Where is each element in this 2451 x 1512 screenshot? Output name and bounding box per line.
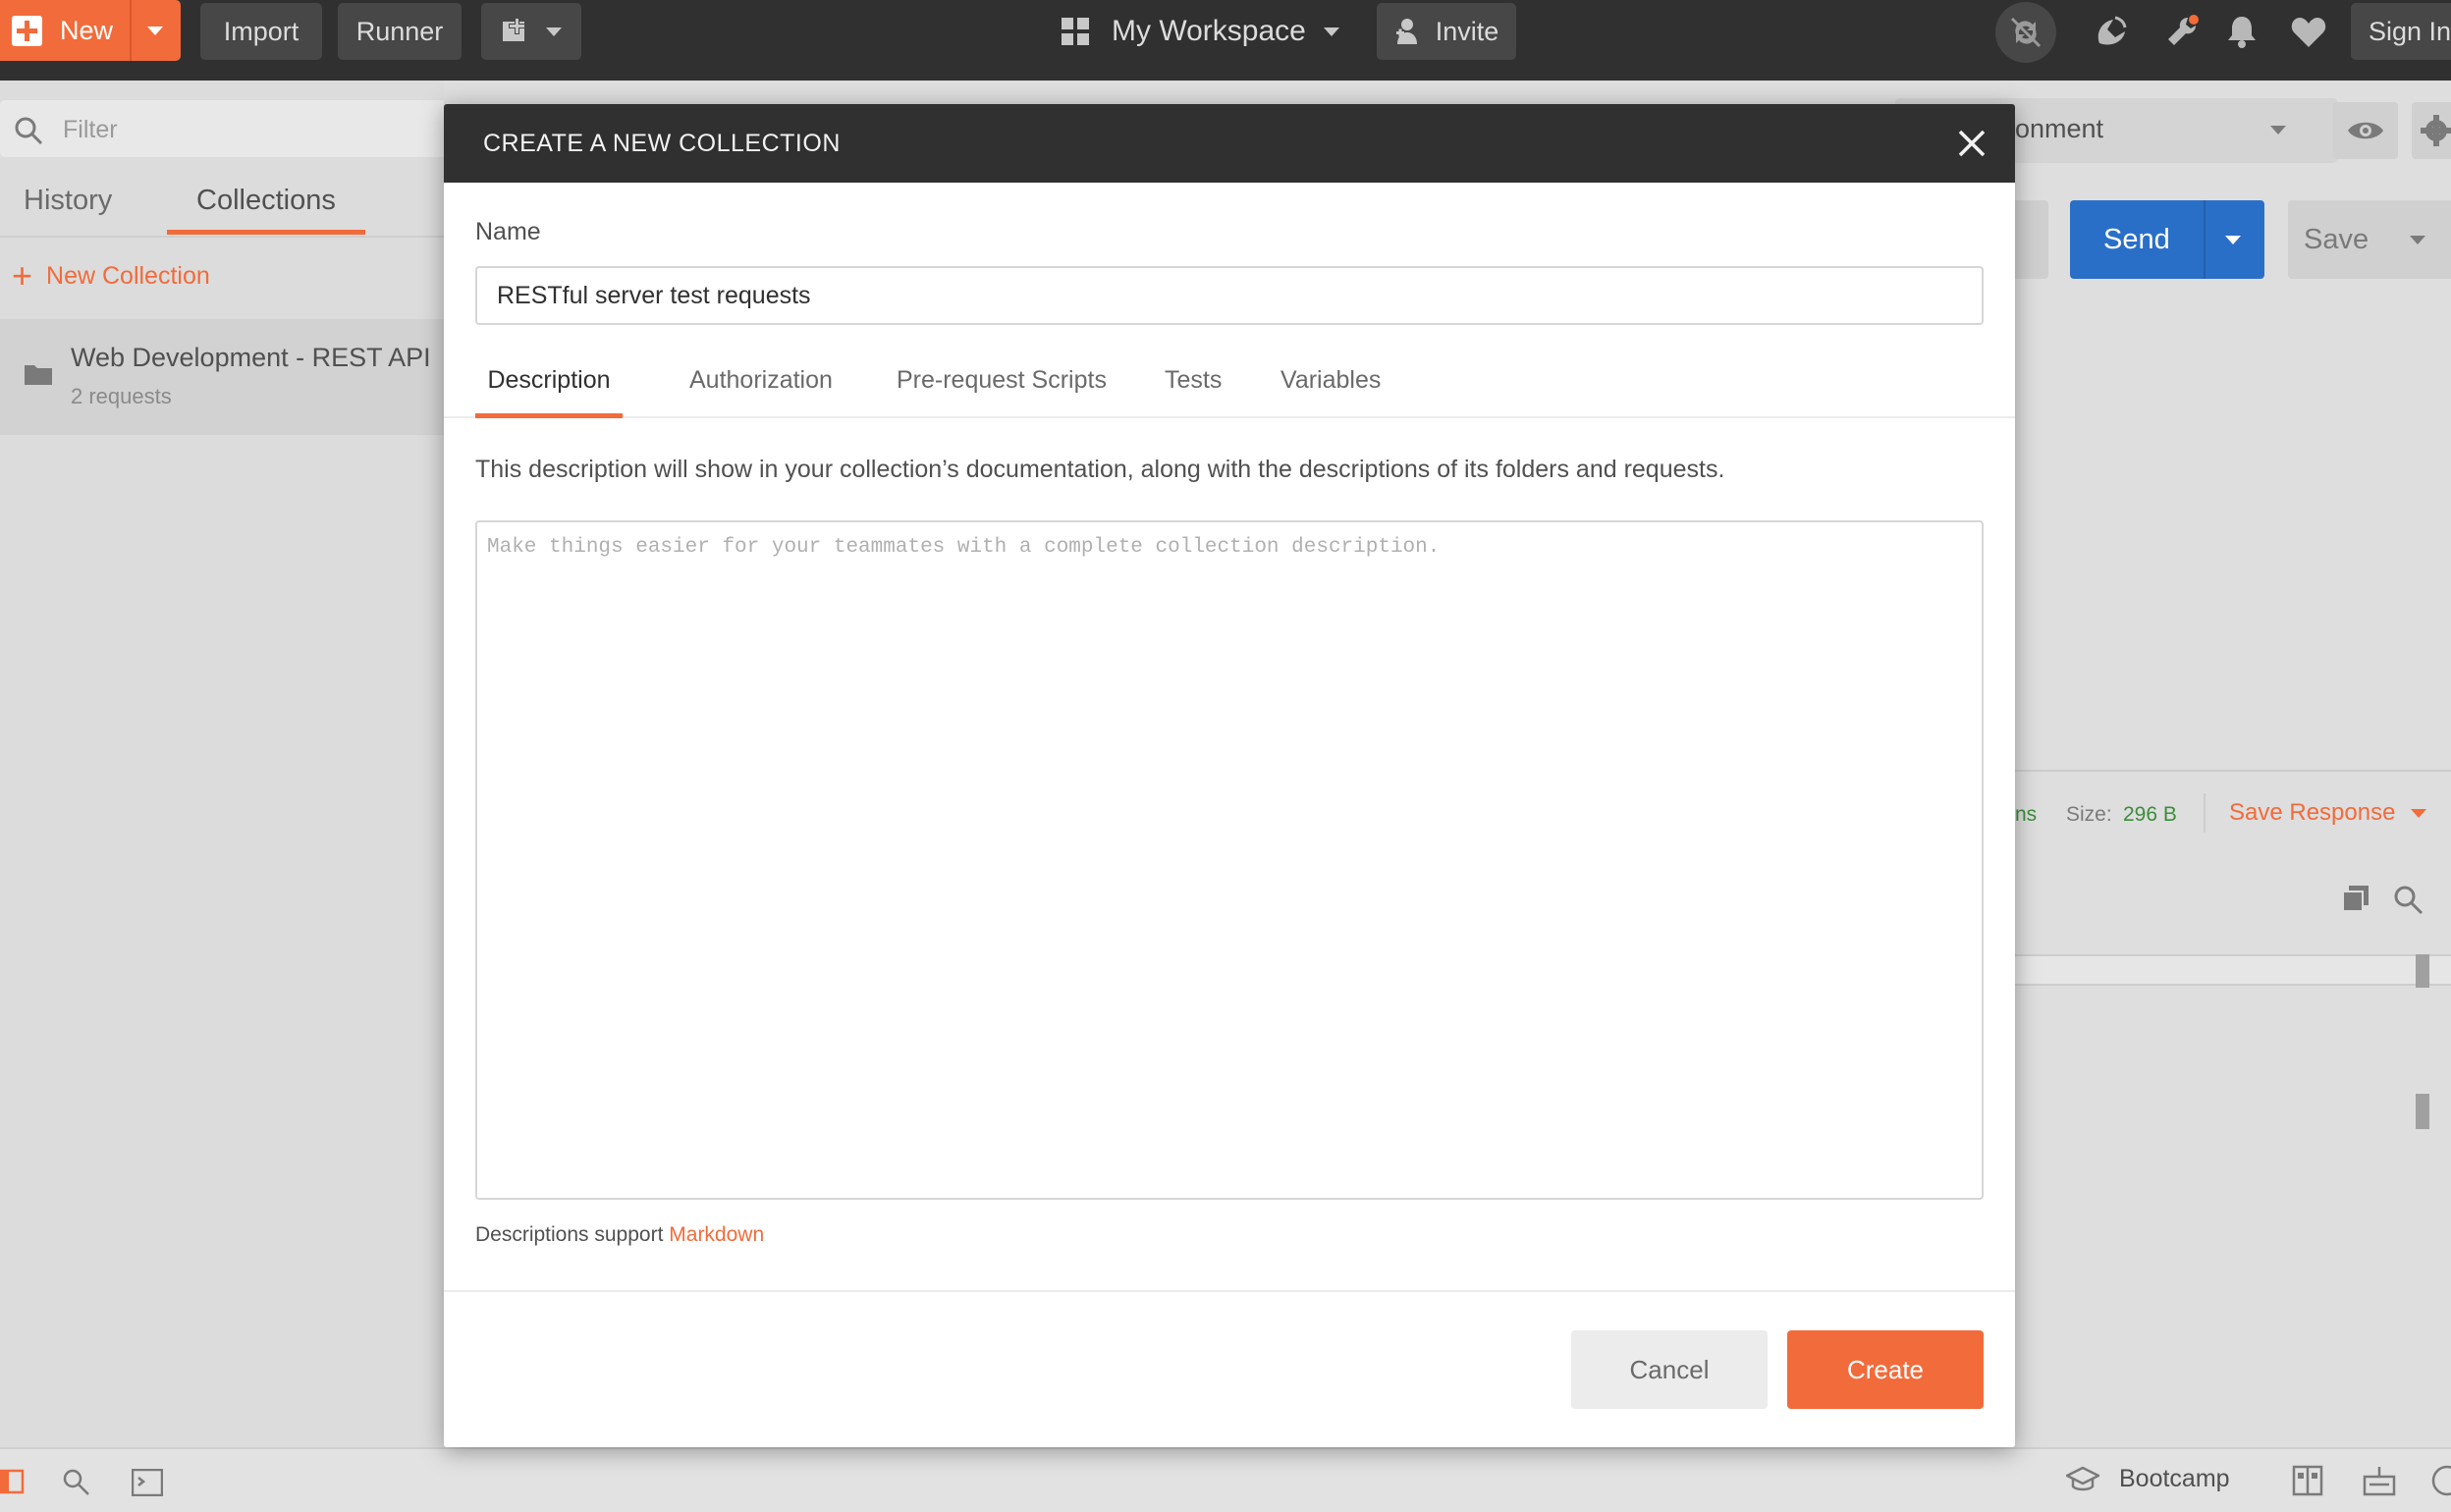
bell-icon[interactable] bbox=[2225, 14, 2259, 49]
tab-collections[interactable]: Collections bbox=[196, 185, 336, 217]
save-label: Save bbox=[2304, 224, 2369, 255]
new-collection-label: New Collection bbox=[46, 261, 210, 290]
tab-authorization[interactable]: Authorization bbox=[689, 351, 833, 418]
help-icon[interactable] bbox=[2431, 1465, 2451, 1496]
response-time: ns bbox=[2015, 803, 2038, 826]
new-button[interactable]: New bbox=[0, 0, 181, 61]
console-icon[interactable] bbox=[132, 1469, 163, 1496]
new-collection-button[interactable]: + New Collection bbox=[12, 255, 210, 296]
dialog-tabs: Description Authorization Pre-request Sc… bbox=[444, 351, 2015, 418]
collections-tab-underline bbox=[167, 230, 365, 235]
tab-variables[interactable]: Variables bbox=[1280, 351, 1381, 418]
tab-tests[interactable]: Tests bbox=[1165, 351, 1222, 418]
status-bar: Bootcamp bbox=[0, 1447, 2451, 1512]
new-button-label: New bbox=[60, 15, 114, 45]
size-label: Size: bbox=[2066, 803, 2112, 826]
gear-icon bbox=[2421, 115, 2451, 146]
new-window-button[interactable] bbox=[481, 3, 581, 60]
new-window-icon bbox=[503, 18, 525, 41]
graduation-cap-icon bbox=[2066, 1466, 2099, 1490]
runner-button[interactable]: Runner bbox=[338, 3, 462, 60]
invite-button[interactable]: Invite bbox=[1377, 3, 1516, 60]
save-response-button[interactable]: Save Response bbox=[2229, 799, 2427, 827]
close-icon[interactable] bbox=[1956, 128, 1988, 159]
chevron-down-icon bbox=[2225, 236, 2241, 244]
environment-quick-look-button[interactable] bbox=[2333, 102, 2398, 159]
response-body-header bbox=[2015, 954, 2451, 986]
sidebar-toggle-icon[interactable] bbox=[0, 1469, 26, 1494]
settings-button[interactable] bbox=[2412, 102, 2451, 159]
plus-icon: + bbox=[12, 255, 33, 296]
chevron-down-icon bbox=[2270, 126, 2286, 135]
send-label: Send bbox=[2103, 224, 2170, 255]
bootcamp-label: Bootcamp bbox=[2119, 1465, 2230, 1492]
markdown-note-text: Descriptions support bbox=[475, 1223, 664, 1246]
heart-icon[interactable] bbox=[2290, 16, 2327, 49]
search-icon bbox=[15, 117, 43, 145]
markdown-note: Descriptions support Markdown bbox=[475, 1223, 764, 1247]
markdown-link[interactable]: Markdown bbox=[669, 1223, 764, 1246]
search-icon[interactable] bbox=[2392, 884, 2424, 915]
collection-item[interactable]: Web Development - REST API 2 requests bbox=[0, 319, 444, 435]
search-icon[interactable] bbox=[61, 1467, 90, 1496]
workspace-label: My Workspace bbox=[1112, 15, 1306, 47]
save-response-label: Save Response bbox=[2229, 799, 2396, 826]
scrollbar-thumb[interactable] bbox=[2416, 1094, 2429, 1129]
collection-name: Web Development - REST API bbox=[71, 343, 431, 372]
invite-label: Invite bbox=[1435, 16, 1499, 46]
chevron-down-icon bbox=[1323, 27, 1339, 36]
tab-description[interactable]: Description bbox=[475, 351, 623, 418]
keyboard-icon[interactable] bbox=[2363, 1465, 2396, 1496]
cancel-button[interactable]: Cancel bbox=[1571, 1330, 1768, 1409]
filter-placeholder: Filter bbox=[63, 116, 118, 143]
chevron-down-icon bbox=[2410, 236, 2425, 244]
collection-name-input[interactable] bbox=[475, 266, 1984, 325]
send-button[interactable]: Send bbox=[2070, 200, 2264, 279]
dialog-header: CREATE A NEW COLLECTION bbox=[444, 104, 2015, 183]
tab-history[interactable]: History bbox=[24, 185, 112, 217]
name-label: Name bbox=[475, 218, 541, 245]
eye-icon bbox=[2348, 122, 2383, 139]
description-textarea[interactable] bbox=[475, 520, 1984, 1200]
sign-in-button[interactable]: Sign In bbox=[2351, 3, 2451, 60]
create-button[interactable]: Create bbox=[1787, 1330, 1984, 1409]
size-value: 296 B bbox=[2123, 803, 2177, 826]
chevron-down-icon bbox=[2411, 808, 2427, 818]
collection-count: 2 requests bbox=[71, 384, 172, 408]
bootcamp-button[interactable]: Bootcamp bbox=[2066, 1465, 2230, 1493]
chevron-down-icon bbox=[546, 27, 562, 36]
copy-icon[interactable] bbox=[2341, 884, 2370, 913]
sync-status-button[interactable] bbox=[1995, 2, 2056, 63]
footer-divider bbox=[444, 1290, 2015, 1292]
workspace-switcher[interactable]: My Workspace bbox=[1061, 12, 1339, 51]
folder-icon bbox=[25, 365, 52, 385]
description-help-text: This description will show in your colle… bbox=[475, 456, 1725, 483]
dialog-title: CREATE A NEW COLLECTION bbox=[483, 130, 841, 157]
environment-label: onment bbox=[2015, 114, 2104, 143]
satellite-icon[interactable] bbox=[2094, 14, 2129, 49]
tab-pre-request-scripts[interactable]: Pre-request Scripts bbox=[897, 351, 1107, 418]
plus-icon bbox=[12, 15, 42, 46]
filter-search-box[interactable]: Filter bbox=[0, 100, 471, 157]
sync-off-icon bbox=[2010, 17, 2042, 48]
save-button[interactable]: Save bbox=[2288, 200, 2451, 279]
add-user-icon bbox=[1395, 19, 1417, 44]
two-pane-icon[interactable] bbox=[2292, 1465, 2323, 1496]
wrench-icon[interactable] bbox=[2164, 14, 2200, 49]
import-button[interactable]: Import bbox=[200, 3, 322, 60]
scrollbar-thumb[interactable] bbox=[2416, 954, 2429, 988]
top-bar: New Import Runner My Workspace Invite Si… bbox=[0, 0, 2451, 81]
workspace-grid-icon bbox=[1062, 18, 1089, 45]
chevron-down-icon[interactable] bbox=[147, 27, 163, 35]
create-collection-dialog: CREATE A NEW COLLECTION Name Description… bbox=[444, 104, 2015, 1447]
